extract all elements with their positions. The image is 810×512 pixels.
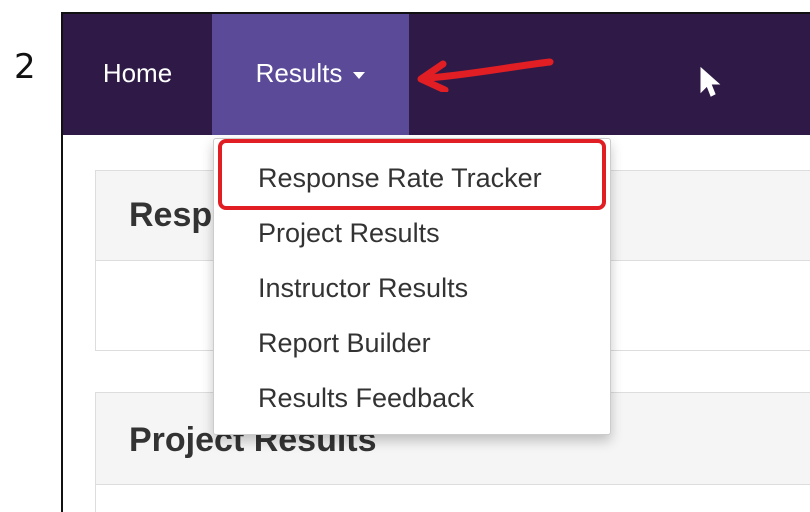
menu-item-response-rate-tracker[interactable]: Response Rate Tracker <box>214 151 610 206</box>
menu-item-report-builder[interactable]: Report Builder <box>214 316 610 371</box>
menu-item-results-feedback[interactable]: Results Feedback <box>214 371 610 426</box>
nav-results-label: Results <box>255 58 343 88</box>
menu-item-instructor-results[interactable]: Instructor Results <box>214 261 610 316</box>
arrow-left-icon <box>417 58 554 92</box>
screenshot-frame: Home Results Response Rate Tracker Proje… <box>61 12 810 512</box>
caret-down-icon <box>353 71 366 79</box>
menu-item-project-results[interactable]: Project Results <box>214 206 610 261</box>
step-number: 2 <box>14 47 36 87</box>
nav-home-link[interactable]: Home <box>63 14 212 135</box>
results-dropdown-menu: Response Rate Tracker Project Results In… <box>213 138 611 435</box>
nav-results-dropdown-toggle[interactable]: Results <box>212 14 409 135</box>
mouse-pointer-icon <box>700 66 721 97</box>
nav-home-label: Home <box>102 58 173 88</box>
